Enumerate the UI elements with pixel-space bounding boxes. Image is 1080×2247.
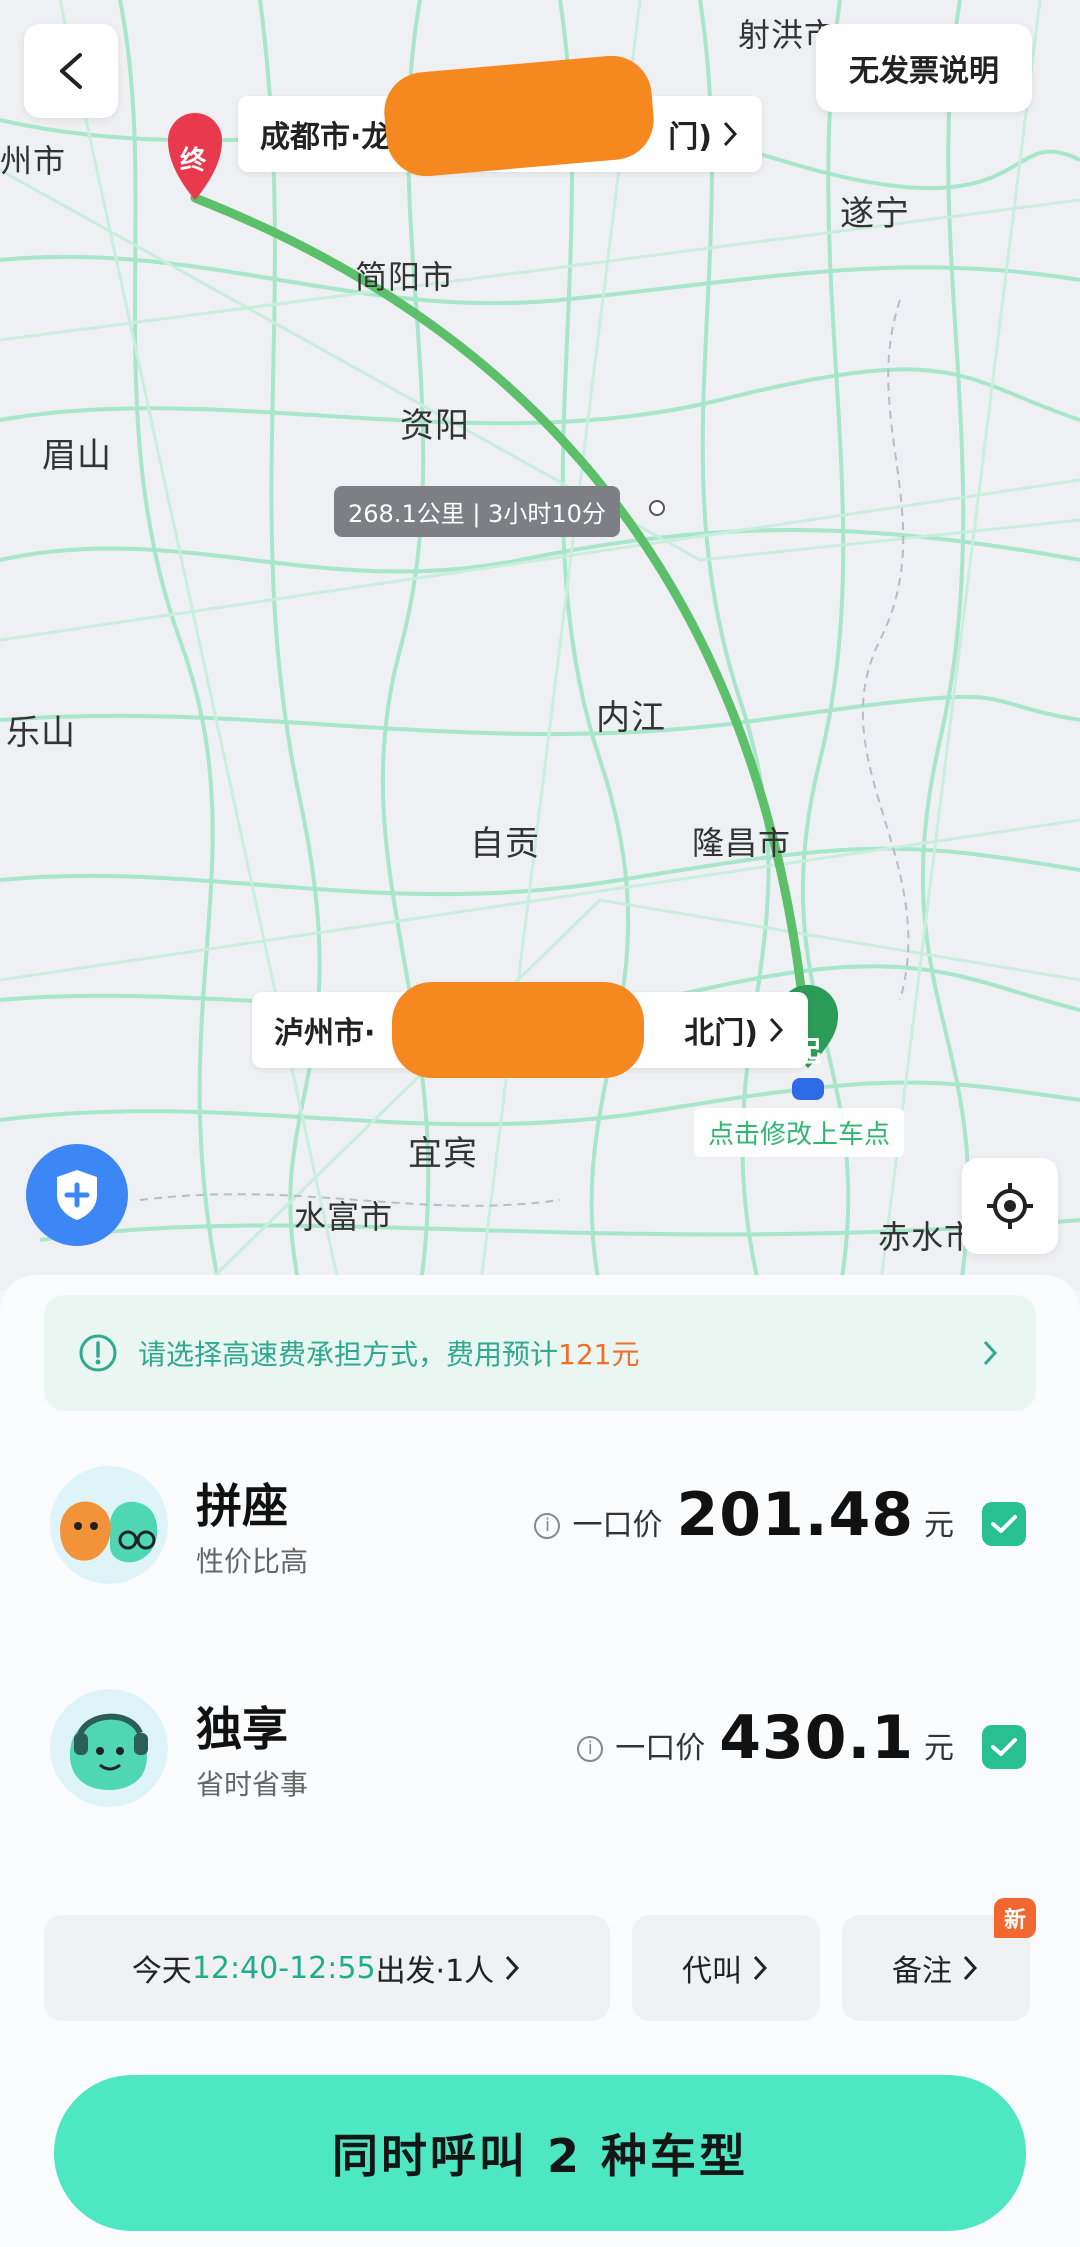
checkmark-icon xyxy=(991,1738,1017,1756)
redaction-mark xyxy=(392,982,644,1078)
toll-fee-amount: 121元 xyxy=(558,1338,640,1371)
price-value: 201.48 xyxy=(676,1480,914,1550)
time-suffix: 出发·1人 xyxy=(375,1954,495,1989)
city-label: 资阳 xyxy=(400,406,470,446)
toll-fee-text: 请选择高速费承担方式，费用预计121元 xyxy=(138,1338,640,1371)
chevron-right-icon xyxy=(769,1017,784,1043)
route-distance-tag: 268.1公里 | 3小时10分 xyxy=(334,486,620,537)
destination-marker-text: 终 xyxy=(180,146,207,176)
ride-option-carpool[interactable]: 拼座 性价比高 i 一口价 201.48 元 xyxy=(0,1450,1080,1600)
city-label: 水富市 xyxy=(294,1198,394,1236)
chevron-right-icon xyxy=(506,1955,520,1981)
toll-fee-notice[interactable]: 请选择高速费承担方式，费用预计121元 xyxy=(44,1295,1036,1411)
call-both-rides-button[interactable]: 同时呼叫 2 种车型 xyxy=(54,2075,1026,2231)
exclusive-avatar xyxy=(50,1689,168,1807)
city-label: 内江 xyxy=(596,698,666,738)
back-button[interactable] xyxy=(24,24,118,118)
ride-option-exclusive[interactable]: 独享 省时省事 i 一口价 430.1 元 xyxy=(0,1673,1080,1823)
city-label: 简阳市 xyxy=(355,258,455,296)
route-map[interactable]: 射洪市 州市 遂宁 简阳市 资阳 眉山 乐山 内江 自贡 隆昌市 宜宾 水富市 … xyxy=(0,0,1080,1290)
price-unit: 元 xyxy=(924,1731,954,1766)
ride-select-checkbox[interactable] xyxy=(982,1502,1026,1546)
exclusive-mascot-icon xyxy=(50,1689,168,1807)
city-label: 州市 xyxy=(0,142,67,180)
price-value: 430.1 xyxy=(719,1703,914,1773)
checkmark-icon xyxy=(991,1515,1017,1533)
chevron-left-icon xyxy=(60,53,82,89)
time-prefix: 今天 xyxy=(131,1954,192,1989)
proxy-call-label: 代叫 xyxy=(682,1954,742,1989)
shield-plus-icon xyxy=(57,1170,97,1220)
price-info-icon[interactable]: i xyxy=(577,1735,604,1762)
route-line xyxy=(190,193,813,1063)
city-label: 宜宾 xyxy=(408,1134,478,1174)
no-invoice-button[interactable]: 无发票说明 xyxy=(816,24,1032,112)
locate-button[interactable] xyxy=(962,1158,1058,1254)
ride-selection-panel: 请选择高速费承担方式，费用预计121元 拼座 性价比高 i 一口价 201.48… xyxy=(0,1275,1080,2247)
price-label: 一口价 xyxy=(615,1731,706,1766)
origin-address-suffix: 北门) xyxy=(684,1016,758,1051)
city-label: 眉山 xyxy=(42,436,112,476)
carpool-avatar xyxy=(50,1466,168,1584)
info-alert-icon xyxy=(79,1334,117,1372)
ride-select-checkbox[interactable] xyxy=(982,1725,1026,1769)
chevron-right-icon xyxy=(983,1340,998,1366)
city-label: 自贡 xyxy=(470,824,540,864)
proxy-call-button[interactable]: 代叫 xyxy=(632,1915,820,2021)
ride-price: i 一口价 430.1 元 xyxy=(577,1703,954,1773)
price-unit: 元 xyxy=(924,1508,954,1543)
safety-shield-button[interactable] xyxy=(26,1144,128,1246)
price-info-icon[interactable]: i xyxy=(534,1512,561,1539)
edit-pickup-hint[interactable]: 点击修改上车点 xyxy=(694,1108,905,1157)
destination-address-prefix: 成都市·龙 xyxy=(260,120,392,155)
ride-description: 省时省事 xyxy=(196,1768,309,1801)
price-label: 一口价 xyxy=(572,1508,663,1543)
ride-name: 拼座 xyxy=(196,1479,288,1533)
new-badge: 新 xyxy=(994,1898,1037,1938)
ride-name: 独享 xyxy=(196,1702,288,1756)
city-label: 遂宁 xyxy=(840,194,910,234)
chevron-right-icon xyxy=(753,1955,768,1981)
carpool-mascot-icon xyxy=(50,1466,168,1584)
chevron-right-icon xyxy=(723,121,738,147)
origin-marker-text: 起 xyxy=(793,1035,822,1068)
ride-description: 性价比高 xyxy=(196,1545,309,1578)
locate-crosshair-icon xyxy=(987,1183,1033,1229)
ride-price: i 一口价 201.48 元 xyxy=(534,1480,954,1550)
time-range: 12:40-12:55 xyxy=(191,1950,376,1986)
destination-address-suffix: 门) xyxy=(668,120,712,155)
remark-label: 备注 xyxy=(892,1954,952,1989)
origin-address-prefix: 泸州市· xyxy=(274,1016,376,1051)
departure-time-button[interactable]: 今天 12:40-12:55 出发·1人 xyxy=(44,1915,610,2021)
city-label: 隆昌市 xyxy=(692,824,792,862)
city-label: 乐山 xyxy=(6,713,76,753)
chevron-right-icon xyxy=(963,1955,978,1981)
map-roads xyxy=(0,0,1080,1290)
